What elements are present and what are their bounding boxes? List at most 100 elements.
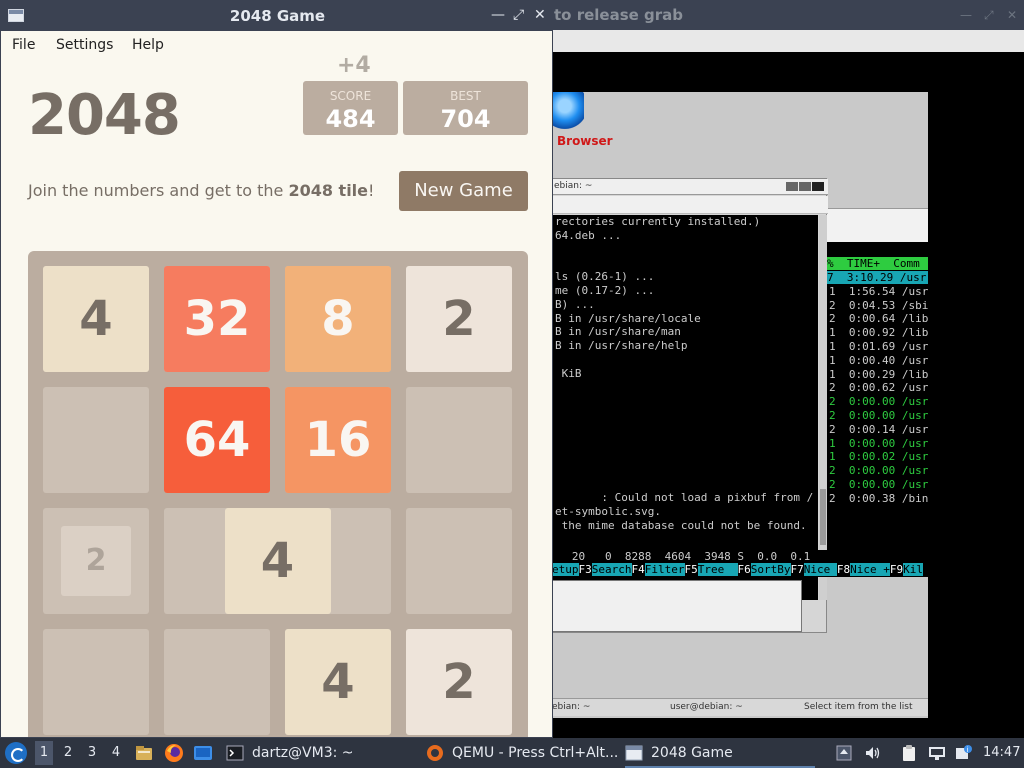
terminal-line: et-symbolic.svg.: [555, 504, 661, 518]
terminal-line: KiB: [555, 366, 582, 380]
clipboard-icon[interactable]: [900, 744, 918, 762]
game-titlebar[interactable]: 2048 Game — ⤢ ✕: [1, 1, 552, 31]
terminal-line: rectories currently installed.): [555, 215, 761, 228]
board-cell: [406, 387, 512, 493]
window-title: 2048 Game: [229, 7, 326, 25]
maximize-icon[interactable]: ⤢: [513, 7, 524, 23]
terminal-line: B in /usr/share/help: [555, 339, 688, 353]
terminal-line: : Could not load a pixbuf from /: [555, 491, 814, 504]
htop-row[interactable]: 2 0:04.53 /sbi: [829, 299, 928, 312]
guest-terminal-output[interactable]: rectories currently installed.) 64.deb ..…: [553, 215, 818, 600]
htop-row[interactable]: 2 0:00.62 /usr: [829, 381, 928, 394]
guest-terminal-toolbar: [553, 196, 828, 214]
htop-row[interactable]: 1 0:00.00 /usr: [829, 437, 928, 450]
htop-fkey-label[interactable]: Tree: [697, 563, 738, 576]
terminal-icon: [226, 745, 244, 761]
htop-row[interactable]: 1 0:01.69 /usr: [829, 340, 928, 353]
guest-terminal-scrollbar[interactable]: [819, 215, 827, 600]
network-icon[interactable]: [928, 744, 946, 762]
htop-fkey-label[interactable]: Search: [591, 563, 632, 576]
game-window[interactable]: 2048 Game — ⤢ ✕ File Settings Help 2048 …: [0, 0, 553, 738]
notification-icon[interactable]: i: [955, 744, 973, 762]
terminal-line: B in /usr/share/locale: [555, 311, 701, 325]
game-board[interactable]: 4 32 8 2 64 16 4 2 2 4: [28, 251, 528, 737]
htop-row[interactable]: 2 0:00.00 /usr: [829, 464, 928, 477]
close-icon[interactable]: ✕: [1007, 8, 1017, 22]
guest-screen[interactable]: Browser ebian: ~ rectories currently ins…: [552, 92, 928, 718]
browser-icon[interactable]: [552, 92, 584, 132]
task-qemu[interactable]: QEMU - Press Ctrl+Alt...: [426, 738, 620, 768]
task-label: QEMU - Press Ctrl+Alt...: [452, 745, 619, 761]
htop-fkey-label[interactable]: etup: [552, 563, 579, 576]
htop-fkey[interactable]: F9: [890, 563, 903, 576]
terminal-line: the mime database could not be found.: [555, 518, 807, 532]
htop-row[interactable]: 1 0:00.40 /usr: [829, 354, 928, 367]
new-game-button[interactable]: New Game: [399, 171, 528, 211]
htop-row[interactable]: 1 0:00.02 /usr: [829, 450, 928, 463]
best-value: 704: [440, 105, 491, 133]
htop-fkey-label[interactable]: Nice +: [850, 563, 890, 576]
qemu-window[interactable]: to release grab — ⤢ ✕ Browser ebian: ~ r…: [552, 0, 1024, 738]
upload-icon[interactable]: [835, 744, 853, 762]
htop-row[interactable]: 2 0:00.00 /usr: [829, 395, 928, 408]
htop-row[interactable]: 1 0:00.29 /lib: [829, 368, 928, 381]
htop-fkey-label[interactable]: Nice: [803, 563, 837, 576]
tile-64: 64: [164, 387, 270, 493]
menu-settings[interactable]: Settings: [56, 37, 113, 53]
task-2048[interactable]: 2048 Game: [625, 738, 815, 768]
htop-row[interactable]: 1 1:56.54 /usr: [829, 285, 928, 298]
terminal-line: B) ...: [555, 297, 595, 311]
htop-fkey[interactable]: F7: [791, 563, 804, 576]
htop-row[interactable]: 2 0:00.14 /usr: [829, 423, 928, 436]
close-icon[interactable]: [812, 182, 824, 191]
htop-row[interactable]: 1 0:00.92 /lib: [829, 326, 928, 339]
guest-task[interactable]: user@debian: ~: [670, 702, 743, 712]
terminal-line: ls (0.26-1) ...: [555, 270, 655, 284]
htop-process-list[interactable]: thr; 1 running0.01 0.07 0.0745% TIME+ Co…: [827, 242, 928, 572]
minimize-icon[interactable]: [786, 182, 798, 191]
htop-fkey[interactable]: F4: [632, 563, 645, 576]
workspace-1[interactable]: 1: [35, 741, 53, 765]
guest-task[interactable]: ebian: ~: [552, 702, 590, 712]
htop-fkey-label[interactable]: Kil: [903, 563, 923, 576]
workspace-3[interactable]: 3: [83, 745, 101, 760]
intro-text: Join the numbers and get to the 2048 til…: [28, 181, 374, 200]
htop-header-line: 45: [829, 242, 842, 243]
desktop-icon[interactable]: [193, 743, 213, 763]
close-icon[interactable]: ✕: [534, 7, 546, 23]
maximize-icon[interactable]: [799, 182, 811, 191]
htop-row[interactable]: 2 0:00.00 /usr: [829, 409, 928, 422]
minimize-icon[interactable]: —: [491, 7, 505, 23]
htop-fkey[interactable]: F8: [837, 563, 850, 576]
minimize-icon[interactable]: —: [960, 8, 972, 22]
guest-dialog[interactable]: [552, 580, 802, 632]
htop-fkey[interactable]: F6: [738, 563, 751, 576]
htop-fkey[interactable]: F3: [579, 563, 592, 576]
htop-row[interactable]: 2 0:00.64 /lib: [829, 312, 928, 325]
htop-fkey-label[interactable]: Filter: [644, 563, 685, 576]
htop-row[interactable]: 2 0:00.00 /usr: [829, 478, 928, 491]
menu-help[interactable]: Help: [132, 37, 164, 53]
volume-icon[interactable]: [864, 744, 882, 762]
qemu-titlebar[interactable]: to release grab — ⤢ ✕: [552, 0, 1024, 30]
file-manager-icon[interactable]: [134, 743, 154, 763]
maximize-icon[interactable]: ⤢: [984, 8, 994, 23]
board-cell: [43, 629, 149, 735]
workspace-4[interactable]: 4: [107, 745, 125, 760]
htop-row[interactable]: 7 3:10.29 /usr: [827, 271, 928, 284]
tile-4: 4: [43, 266, 149, 372]
tile-8: 8: [285, 266, 391, 372]
browser-desktop-label[interactable]: Browser: [557, 134, 613, 148]
htop-row[interactable]: 2 0:00.38 /bin: [829, 492, 928, 505]
guest-panel: [822, 208, 928, 242]
guest-task[interactable]: Select item from the list: [804, 702, 912, 712]
htop-fkey[interactable]: F5: [685, 563, 698, 576]
htop-fkey-label[interactable]: SortBy: [750, 563, 791, 576]
htop-function-keys[interactable]: etupF3SearchF4FilterF5Tree F6SortByF7Nic…: [552, 563, 928, 577]
task-terminal[interactable]: dartz@VM3: ~: [226, 738, 416, 768]
scrollbar-thumb[interactable]: [820, 489, 826, 545]
firefox-icon[interactable]: [164, 743, 184, 763]
workspace-2[interactable]: 2: [59, 745, 77, 760]
start-menu-icon[interactable]: [5, 742, 27, 764]
menu-file[interactable]: File: [12, 37, 35, 53]
